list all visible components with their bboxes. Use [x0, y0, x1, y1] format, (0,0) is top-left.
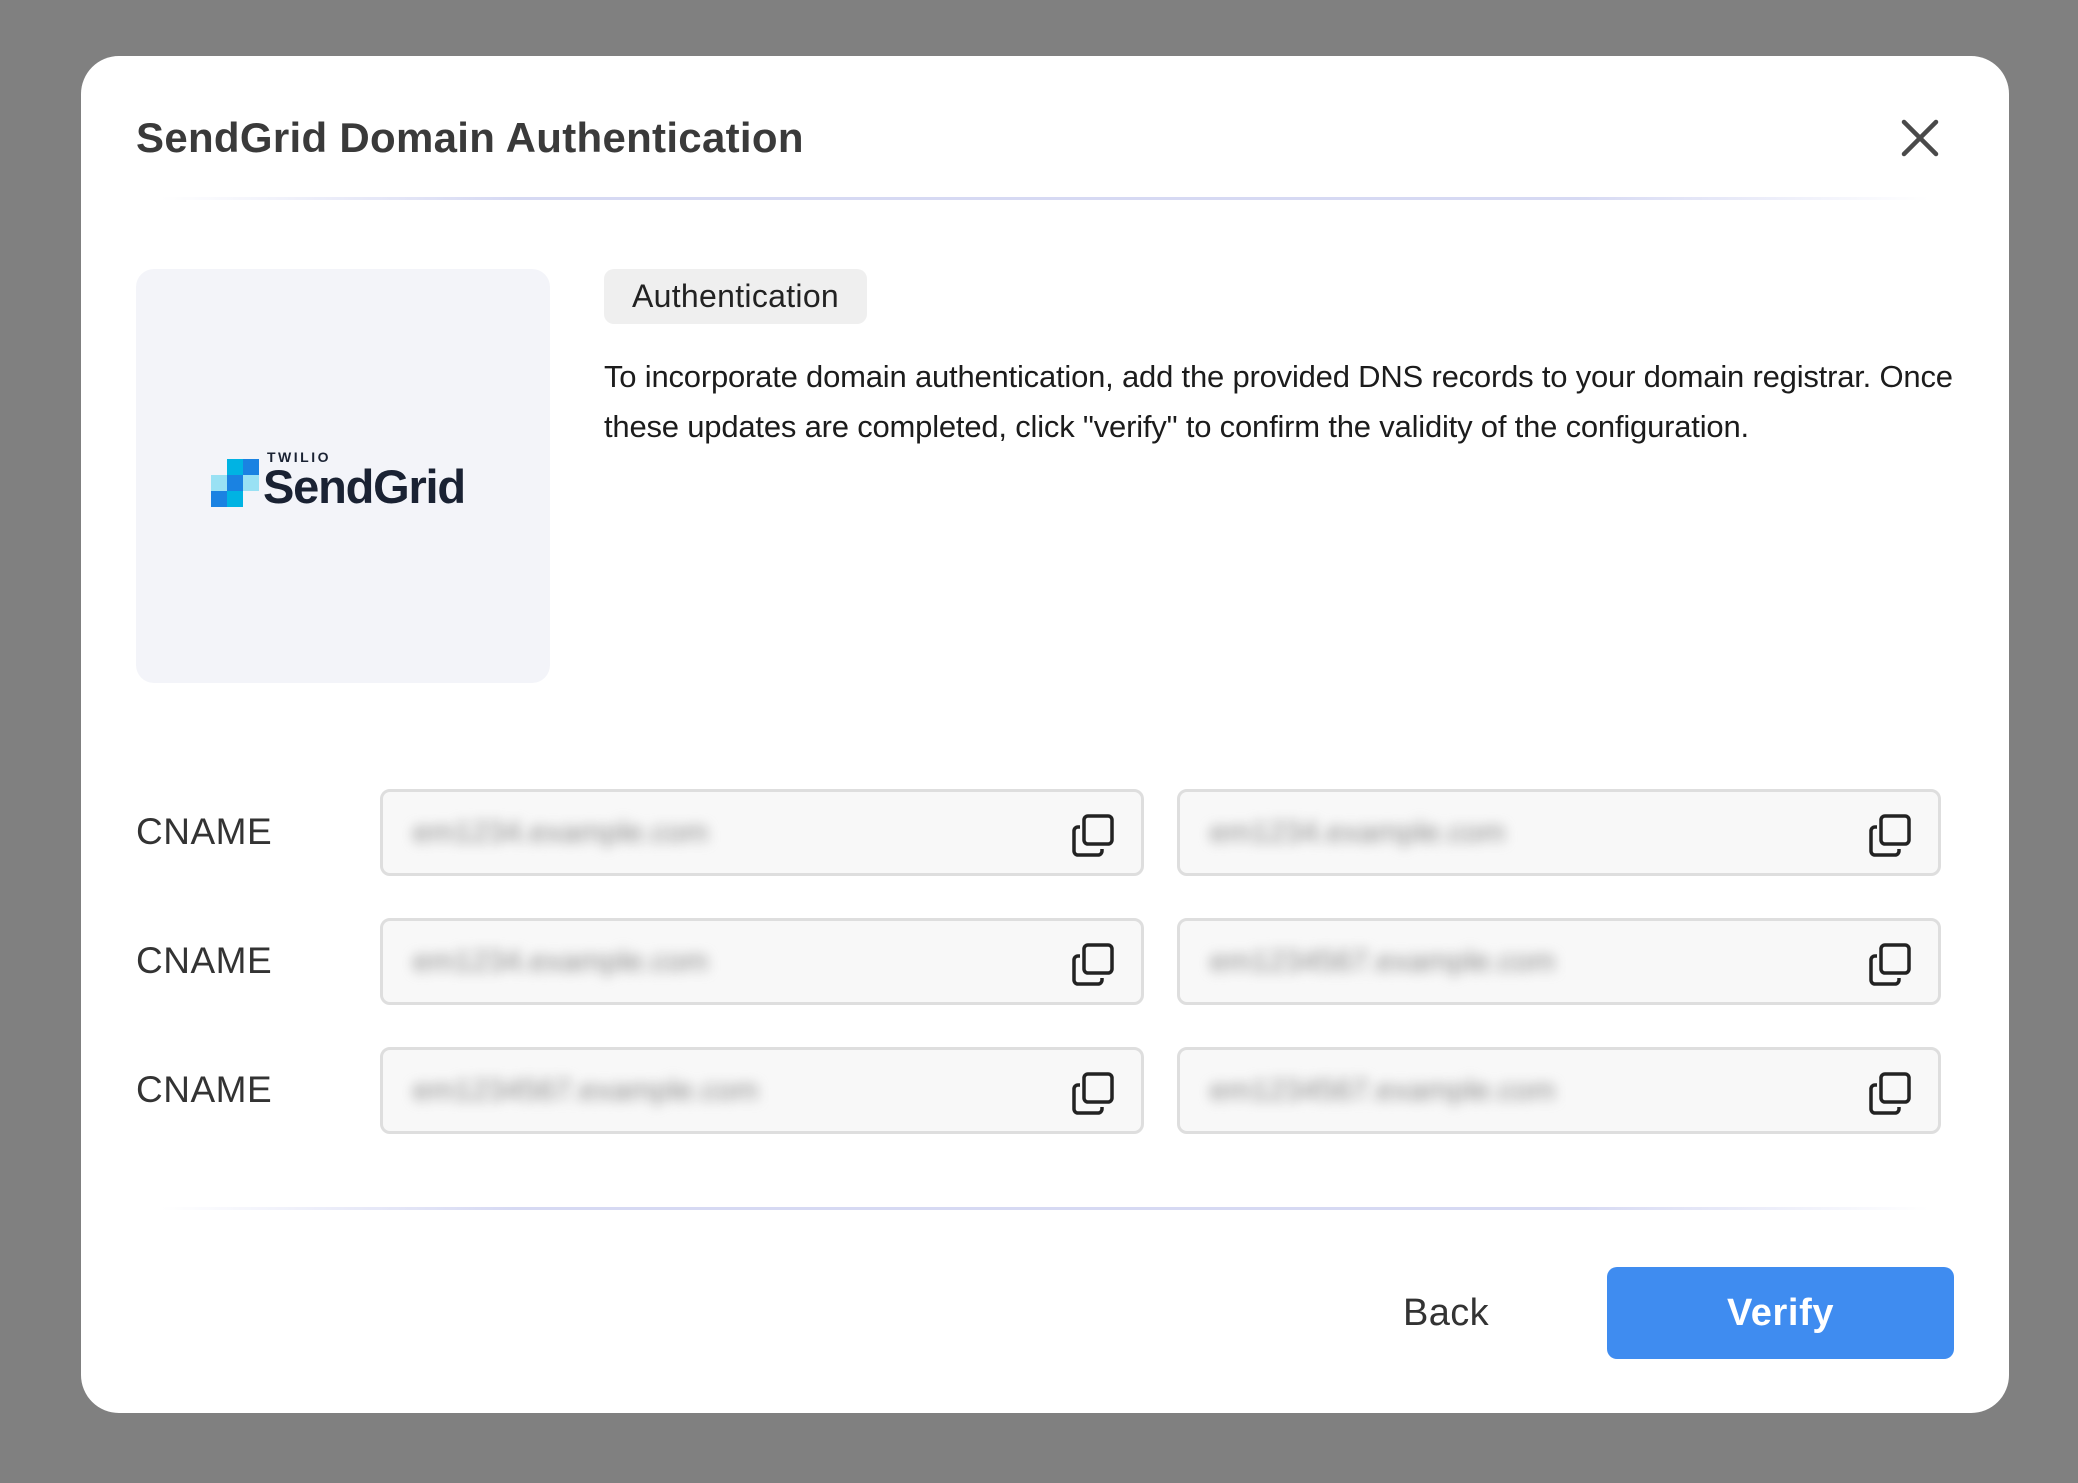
record-value-field[interactable]: em1234567.example.com [1177, 918, 1941, 1005]
close-icon [1901, 119, 1939, 157]
record-host-value: em1234.example.com [413, 945, 709, 978]
footer-divider [161, 1207, 1929, 1210]
dns-record-row: CNAME em1234567.example.com em1234567.ex… [136, 1047, 1948, 1138]
modal-title: SendGrid Domain Authentication [136, 114, 804, 161]
verify-button[interactable]: Verify [1607, 1267, 1954, 1359]
modal-footer: Back Verify [81, 1267, 2009, 1359]
dns-record-row: CNAME em1234.example.com em1234567.examp… [136, 918, 1948, 1009]
record-value-value: em1234567.example.com [1210, 945, 1556, 978]
copy-icon[interactable] [1866, 941, 1914, 989]
record-type-label: CNAME [136, 940, 273, 981]
record-type-label: CNAME [136, 1069, 273, 1110]
record-host-value: em1234.example.com [413, 816, 709, 849]
record-host-field[interactable]: em1234567.example.com [380, 1047, 1144, 1134]
copy-icon[interactable] [1069, 812, 1117, 860]
back-button[interactable]: Back [1321, 1267, 1571, 1359]
record-value-field[interactable]: em1234567.example.com [1177, 1047, 1941, 1134]
logo-wordmark: SendGrid [263, 460, 466, 513]
record-host-value: em1234567.example.com [413, 1074, 759, 1107]
record-value-field[interactable]: em1234.example.com [1177, 789, 1941, 876]
modal-header: SendGrid Domain Authentication [136, 56, 1954, 200]
close-button[interactable] [1892, 110, 1948, 166]
provider-logo-card: TWILIO SendGrid [136, 269, 550, 683]
domain-auth-modal: SendGrid Domain Authentication TWILIO Se… [81, 56, 2009, 1413]
copy-icon[interactable] [1866, 812, 1914, 860]
record-host-field[interactable]: em1234.example.com [380, 789, 1144, 876]
copy-icon[interactable] [1069, 941, 1117, 989]
sendgrid-logo-mark [211, 459, 259, 507]
dns-records: CNAME em1234.example.com em1234.example.… [136, 789, 1948, 1176]
record-type-label: CNAME [136, 811, 273, 852]
record-value-value: em1234.example.com [1210, 816, 1506, 849]
section-tag: Authentication [604, 269, 868, 324]
sendgrid-logo: TWILIO SendGrid [211, 449, 481, 529]
copy-icon[interactable] [1069, 1070, 1117, 1118]
record-host-field[interactable]: em1234.example.com [380, 918, 1144, 1005]
record-value-value: em1234567.example.com [1210, 1074, 1556, 1107]
dns-record-row: CNAME em1234.example.com em1234.example.… [136, 789, 1948, 880]
copy-icon[interactable] [1866, 1070, 1914, 1118]
header-divider [161, 197, 1929, 200]
section-description: To incorporate domain authentication, ad… [604, 359, 1953, 444]
